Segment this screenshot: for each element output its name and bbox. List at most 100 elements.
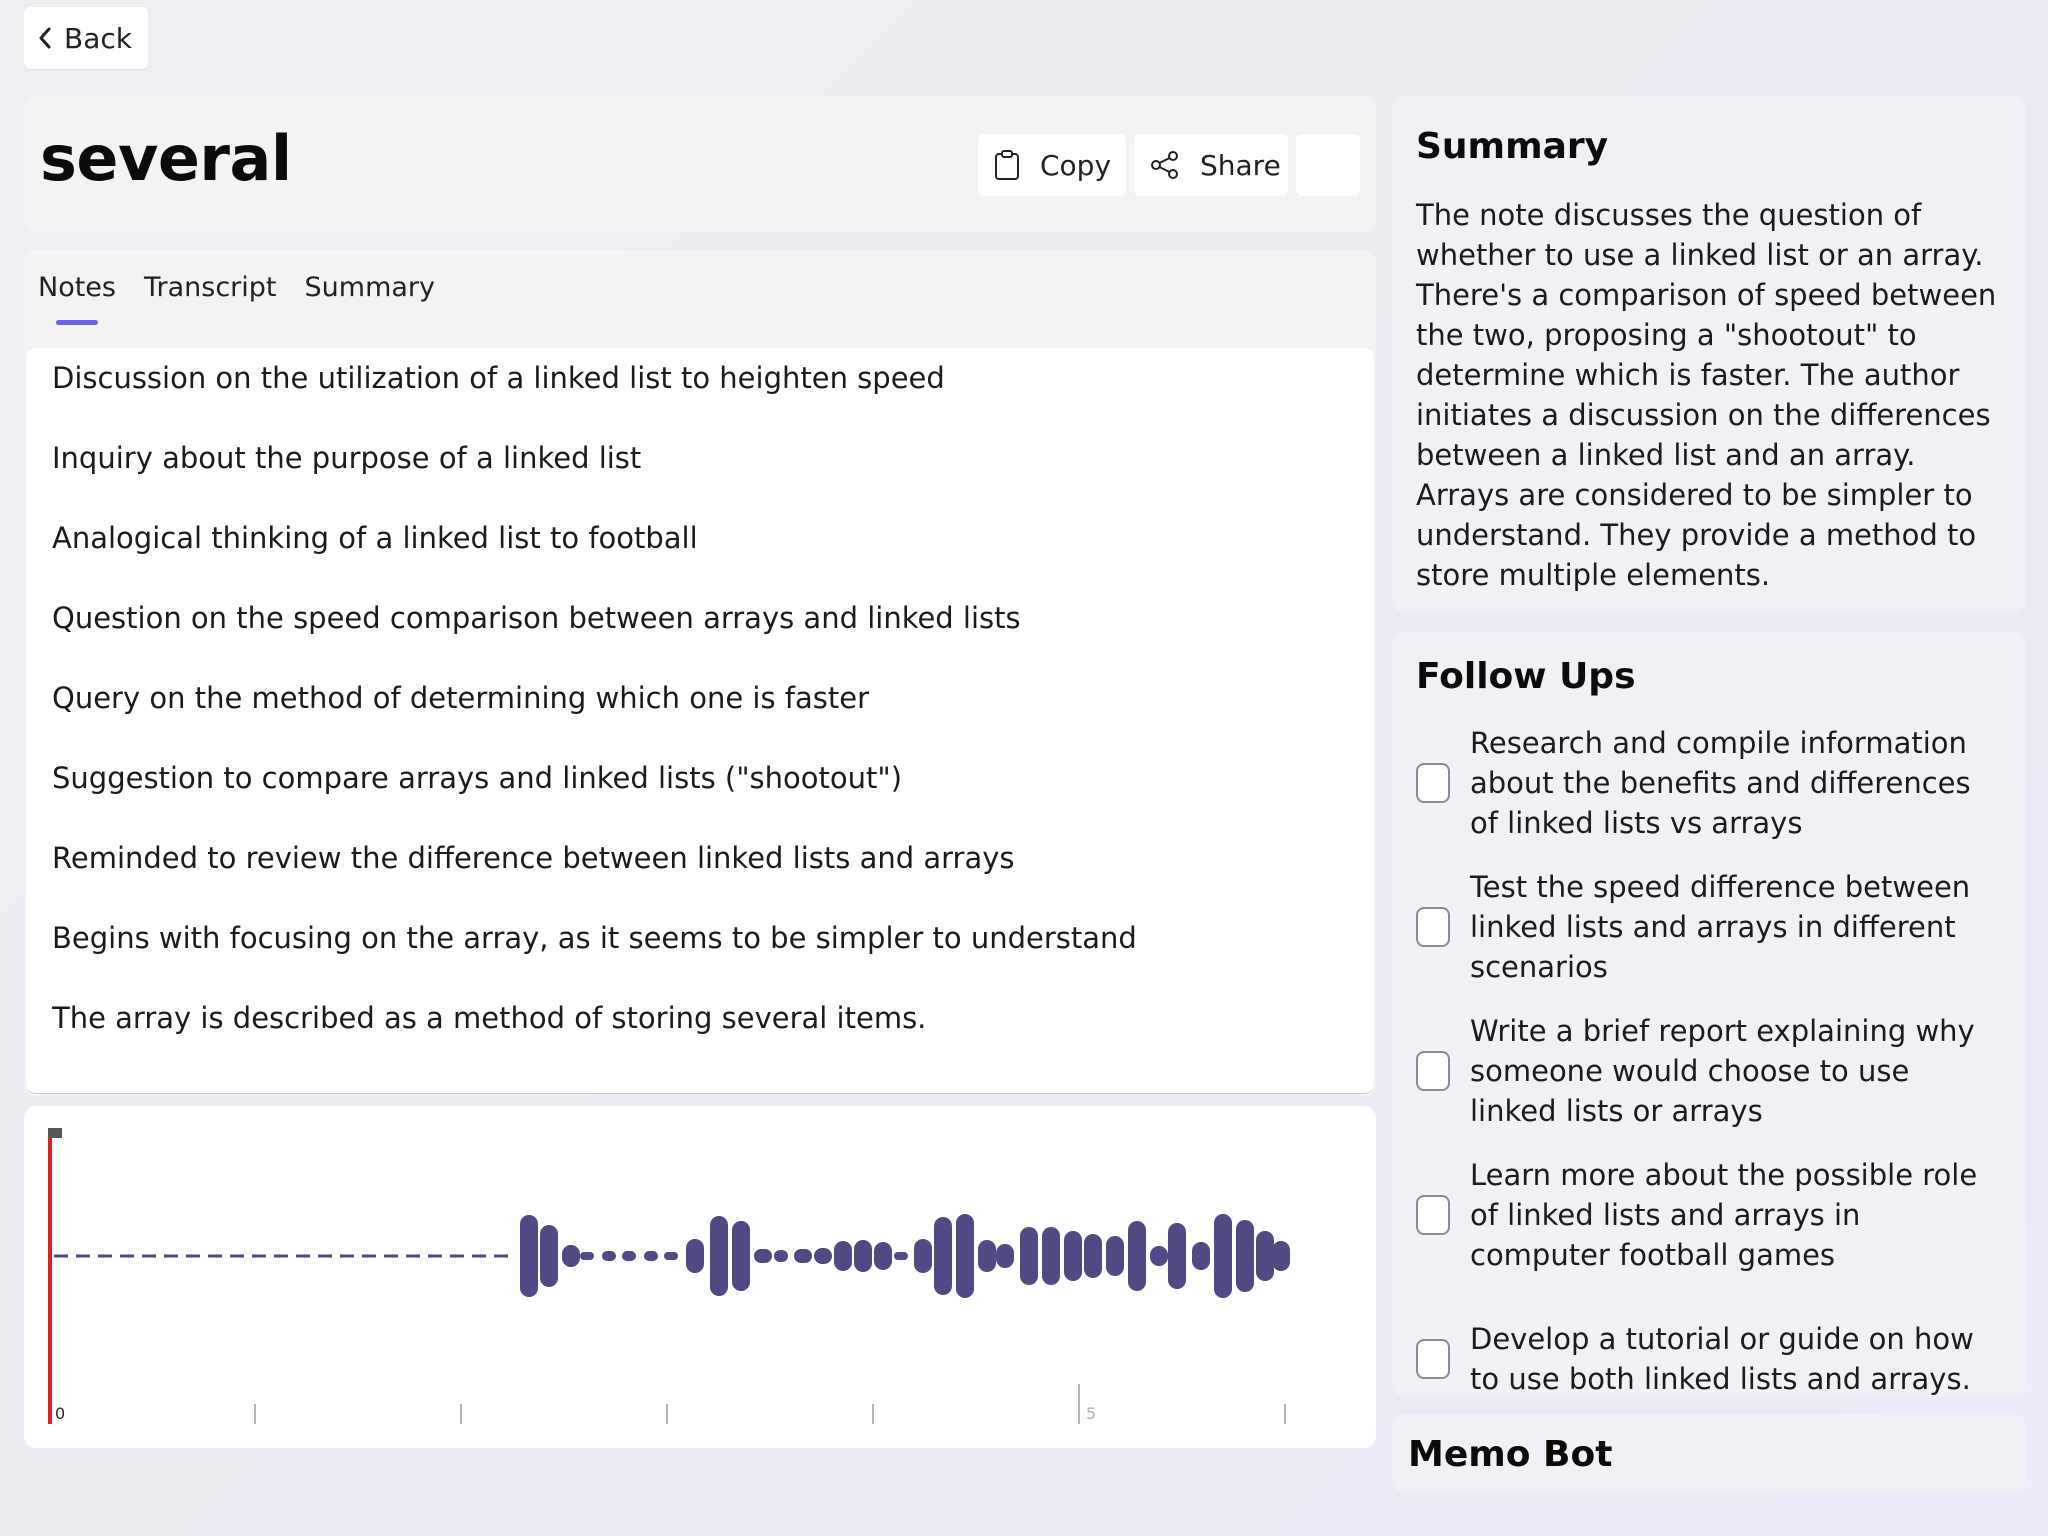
share-button[interactable]: Share <box>1134 134 1288 196</box>
waveform-bar <box>1192 1242 1210 1270</box>
waveform-gap <box>76 1254 90 1258</box>
notes-panel: Notes Transcript Summary Discussion on t… <box>24 250 1376 1096</box>
waveform-bar <box>1084 1234 1102 1278</box>
copy-label: Copy <box>1040 148 1112 182</box>
memo-bot-heading: Memo Bot <box>1408 1434 1613 1475</box>
waveform-gap <box>230 1254 244 1258</box>
waveform-bar <box>996 1244 1014 1268</box>
waveform-bar <box>1106 1236 1124 1276</box>
copy-button[interactable]: Copy <box>978 134 1126 196</box>
follow-up-item: Develop a tutorial or guide on how to us… <box>1416 1287 2002 1431</box>
note-item: Reminded to review the difference betwee… <box>52 841 1015 875</box>
back-button[interactable]: Back <box>24 7 148 69</box>
note-item: Analogical thinking of a linked list to … <box>52 521 698 555</box>
waveform-bar <box>1214 1214 1232 1298</box>
note-item: Question on the speed comparison between… <box>52 601 1021 635</box>
follow-ups-heading: Follow Ups <box>1416 656 1636 697</box>
note-item: Inquiry about the purpose of a linked li… <box>52 441 642 475</box>
note-item: Suggestion to compare arrays and linked … <box>52 761 903 795</box>
timeline-ticks: 0 5 <box>55 1384 1286 1424</box>
follow-ups-panel: Follow Ups Research and compile informat… <box>1392 632 2026 1396</box>
waveform-bar <box>602 1251 616 1261</box>
waveform-bar <box>1256 1231 1274 1281</box>
waveform-bar <box>732 1221 750 1291</box>
memo-bot-panel[interactable]: Memo Bot <box>1392 1414 2026 1492</box>
waveform-bar <box>874 1242 892 1270</box>
waveform-bar <box>520 1215 538 1297</box>
summary-panel: Summary The note discusses the question … <box>1392 96 2026 612</box>
waveform-bar <box>1236 1220 1254 1292</box>
follow-up-text: Develop a tutorial or guide on how to us… <box>1470 1322 1974 1396</box>
note-item: The array is described as a method of st… <box>52 1001 927 1035</box>
follow-up-text: Research and compile information about t… <box>1470 726 1971 840</box>
note-item: Begins with focusing on the array, as it… <box>52 921 1137 955</box>
waveform-gap <box>340 1254 354 1258</box>
follow-up-checkbox[interactable] <box>1416 1051 1450 1091</box>
waveform-bar <box>774 1250 788 1262</box>
waveform-gap <box>318 1254 332 1258</box>
chevron-left-icon <box>39 27 51 49</box>
waveform-gap <box>406 1254 420 1258</box>
waveform-svg[interactable]: 0 5 <box>24 1106 1376 1448</box>
waveform-gap <box>450 1254 464 1258</box>
waveform-gap <box>54 1254 68 1258</box>
waveform-gap <box>142 1254 156 1258</box>
waveform-gap <box>208 1254 222 1258</box>
waveform-bar <box>710 1216 728 1296</box>
back-label: Back <box>64 21 132 55</box>
waveform-gap <box>274 1254 288 1258</box>
note-item: Discussion on the utilization of a linke… <box>52 361 945 395</box>
clipboard-icon <box>995 150 1019 180</box>
waveform-gap <box>428 1254 442 1258</box>
waveform-bar <box>580 1252 594 1260</box>
tab-summary[interactable]: Summary <box>305 272 435 303</box>
waveform-gap <box>472 1254 486 1258</box>
follow-up-item: Learn more about the possible role of li… <box>1416 1143 2002 1287</box>
follow-up-checkbox[interactable] <box>1416 1195 1450 1235</box>
waveform-bar <box>644 1251 658 1261</box>
follow-up-text: Learn more about the possible role of li… <box>1470 1158 1978 1272</box>
waveform-bar <box>540 1225 558 1287</box>
tab-transcript[interactable]: Transcript <box>144 272 277 303</box>
waveform-bar <box>1168 1223 1186 1289</box>
waveform-bar <box>622 1251 636 1261</box>
waveform-bar <box>854 1240 872 1272</box>
summary-text: The note discusses the question of wheth… <box>1416 198 1997 592</box>
waveform-bar <box>978 1240 996 1272</box>
waveform-gap <box>252 1254 266 1258</box>
follow-up-checkbox[interactable] <box>1416 763 1450 803</box>
waveform-bar <box>834 1241 852 1271</box>
tick-label-0: 0 <box>55 1404 65 1423</box>
waveform-bars <box>54 1214 1290 1298</box>
follow-up-checkbox[interactable] <box>1416 1339 1450 1379</box>
waveform-bar <box>1128 1221 1146 1291</box>
summary-heading: Summary <box>1416 126 1609 167</box>
waveform-bar <box>1020 1227 1038 1285</box>
waveform-bar <box>754 1249 772 1263</box>
waveform-bar <box>1064 1231 1082 1281</box>
tab-notes[interactable]: Notes <box>38 272 116 325</box>
follow-up-item: Test the speed difference between linked… <box>1416 855 2002 999</box>
follow-up-item: Research and compile information about t… <box>1416 711 2002 855</box>
more-options-button[interactable] <box>1296 134 1360 196</box>
waveform-bar <box>814 1248 832 1264</box>
waveform-gap <box>120 1254 134 1258</box>
note-title: several <box>40 122 292 195</box>
follow-up-item: Write a brief report explaining why some… <box>1416 999 2002 1143</box>
waveform-bar <box>1272 1241 1290 1271</box>
waveform-gap <box>186 1254 200 1258</box>
follow-up-checkbox[interactable] <box>1416 907 1450 947</box>
waveform-gap <box>494 1254 508 1258</box>
tick-label-5: 5 <box>1086 1404 1096 1423</box>
waveform-bar <box>1042 1227 1060 1285</box>
note-header: several Copy Share <box>24 96 1376 232</box>
waveform-gap <box>164 1254 178 1258</box>
note-tabs: Notes Transcript Summary <box>38 272 463 325</box>
waveform-bar <box>664 1252 678 1260</box>
notes-list[interactable]: Discussion on the utilization of a linke… <box>26 348 1374 1094</box>
waveform-gap <box>296 1254 310 1258</box>
follow-up-text: Test the speed difference between linked… <box>1470 870 1971 984</box>
waveform-bar <box>794 1249 812 1263</box>
playhead-handle[interactable] <box>48 1128 62 1138</box>
audio-waveform[interactable]: 0 5 <box>24 1106 1376 1448</box>
